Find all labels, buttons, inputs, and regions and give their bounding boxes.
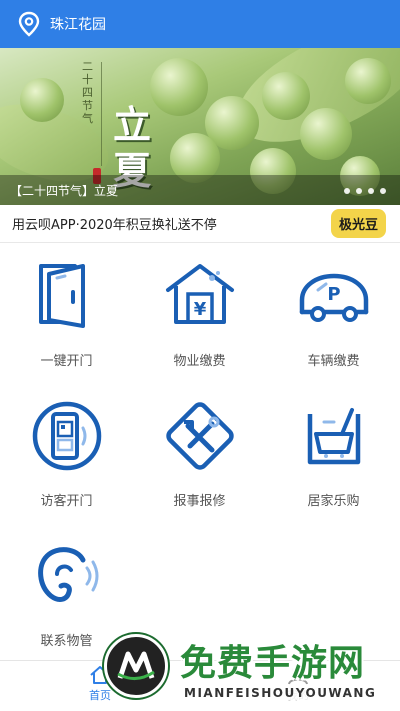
- carousel-dot[interactable]: [344, 188, 350, 194]
- service-label: 一键开门: [40, 354, 93, 369]
- service-label: 居家乐购: [307, 494, 360, 509]
- banner-caption-text: 【二十四节气】立夏: [10, 183, 119, 198]
- svg-text:¥: ¥: [193, 299, 206, 320]
- service-property-fee[interactable]: ¥ 物业缴费: [133, 252, 266, 390]
- service-label: 物业缴费: [173, 354, 226, 369]
- service-visitor-open[interactable]: 访客开门: [0, 392, 133, 530]
- watermark-subtitle: MIANFEISHOUYOUWANG: [182, 686, 379, 700]
- watermark-title: 免费手游网: [180, 643, 366, 684]
- banner-caption: 【二十四节气】立夏: [0, 175, 400, 205]
- service-label: 访客开门: [40, 494, 93, 509]
- notice-text[interactable]: 用云呗APP·2020年积豆换礼送不停: [12, 214, 331, 233]
- car-parking-icon: P: [299, 273, 368, 322]
- promo-banner[interactable]: 二十四节气 立 夏 【二十四节气】立夏: [0, 48, 400, 205]
- carousel-dots[interactable]: [344, 188, 386, 194]
- svg-text:P: P: [327, 284, 340, 305]
- watermark-logo-icon: [104, 634, 168, 698]
- banner-divider: [101, 62, 102, 166]
- service-label: 报事报修: [173, 494, 226, 509]
- service-label: 联系物管: [40, 634, 93, 649]
- property-fee-icon: ¥: [165, 264, 234, 324]
- door-icon: [38, 264, 85, 328]
- banner-vertical-text: 二十四节气: [82, 60, 93, 125]
- community-title[interactable]: 珠江花园: [50, 14, 106, 34]
- carousel-dot[interactable]: [368, 188, 374, 194]
- service-label: 车辆缴费: [307, 354, 360, 369]
- shopping-basket-icon: [307, 408, 360, 465]
- repair-tools-icon: [165, 402, 234, 470]
- notice-bar[interactable]: 用云呗APP·2020年积豆换礼送不停 极光豆: [0, 205, 400, 243]
- carousel-dot[interactable]: [356, 188, 362, 194]
- service-vehicle-fee[interactable]: P 车辆缴费: [267, 252, 400, 390]
- visitor-qr-icon: [32, 401, 101, 471]
- service-one-key-open[interactable]: 一键开门: [0, 252, 133, 390]
- contact-ear-icon: [37, 547, 98, 602]
- service-repair[interactable]: 报事报修: [133, 392, 266, 530]
- points-badge-button[interactable]: 极光豆: [330, 209, 386, 238]
- site-watermark: 免费手游网 MIANFEISHOUYOUWANG: [104, 628, 400, 711]
- service-home-shopping[interactable]: 居家乐购: [267, 392, 400, 530]
- location-pin-icon[interactable]: [14, 9, 44, 39]
- top-bar: 珠江花园: [0, 0, 400, 48]
- carousel-dot[interactable]: [380, 188, 386, 194]
